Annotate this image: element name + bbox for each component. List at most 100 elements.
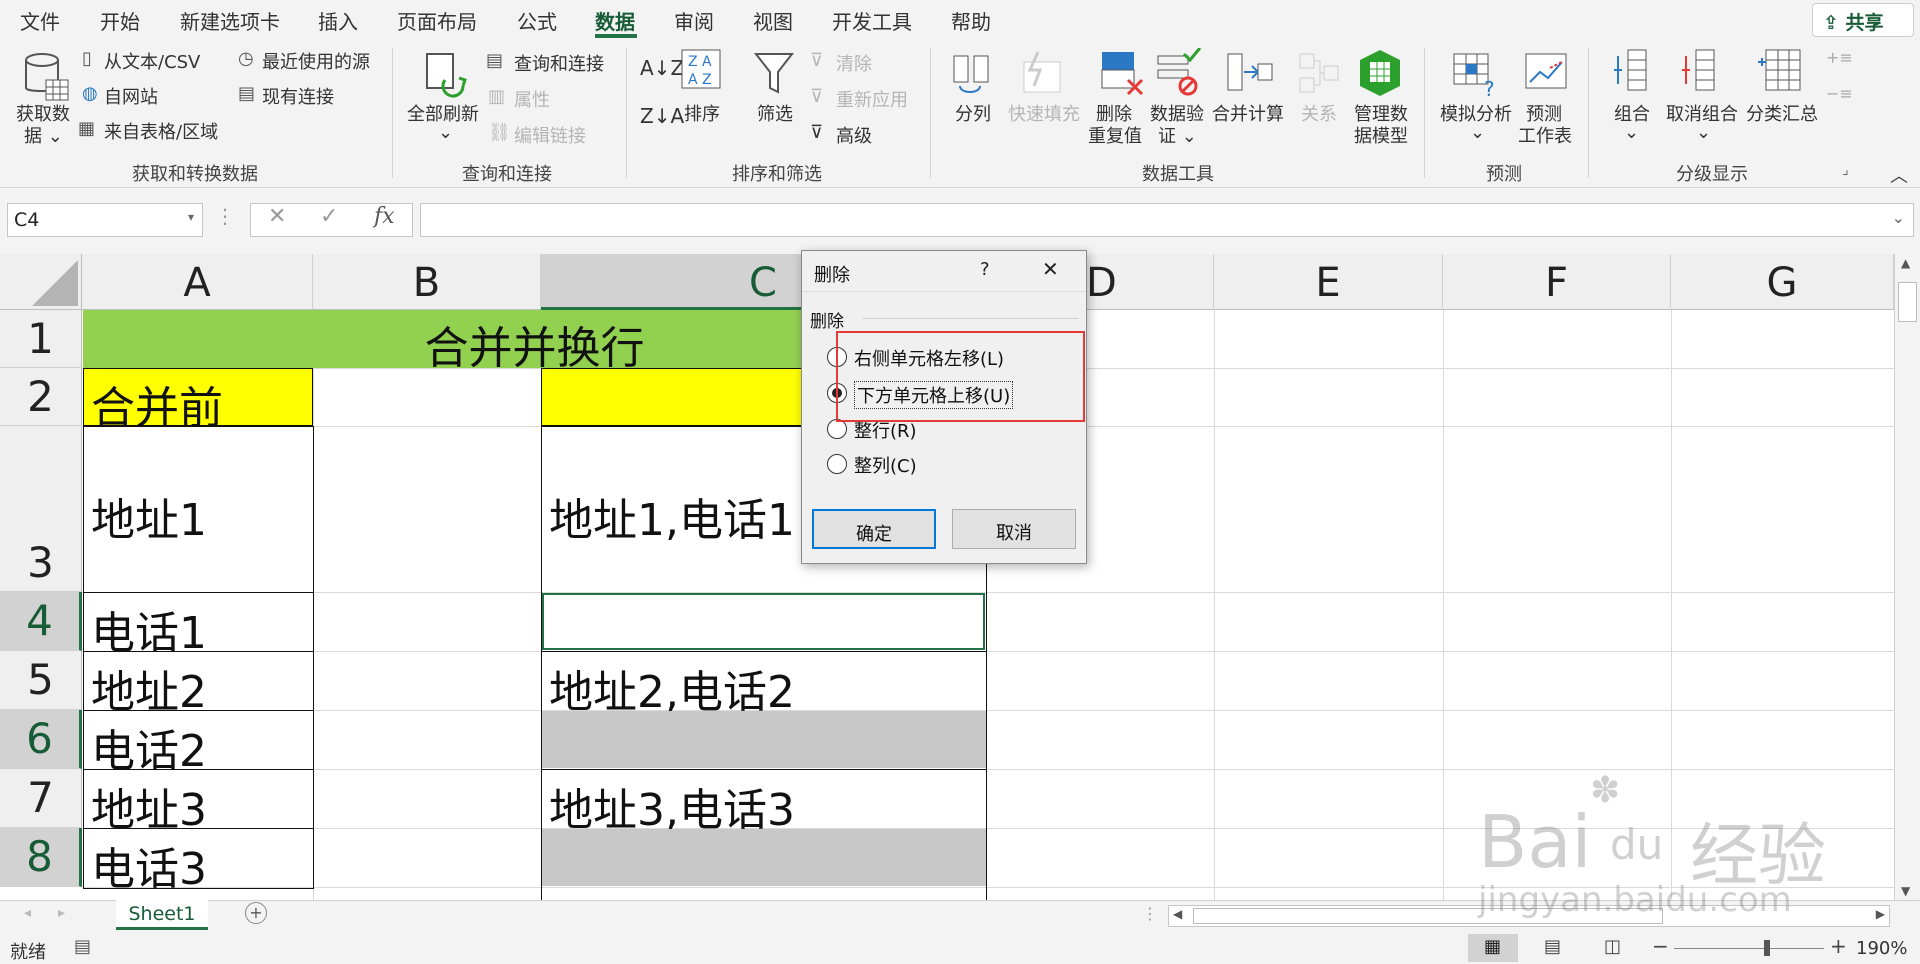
enter-formula-icon[interactable]: ✓ (320, 204, 338, 229)
flash-fill-button[interactable]: 快速填充 (1008, 100, 1080, 126)
advanced-filter-button[interactable]: 高级 (836, 122, 872, 148)
name-box-dropdown-icon[interactable]: ▾ (188, 210, 194, 224)
row-header-2[interactable]: 2 (0, 368, 82, 426)
column-header-g[interactable]: G (1671, 254, 1894, 310)
cell-a7[interactable]: 地址3 (83, 774, 207, 838)
zoom-slider-thumb[interactable] (1764, 940, 1770, 956)
option-entire-column-label[interactable]: 整列(C) (854, 452, 917, 478)
tab-page-layout[interactable]: 页面布局 (397, 6, 477, 35)
cell-c8[interactable] (542, 829, 986, 886)
prev-sheet-icon[interactable]: ◂ (24, 905, 31, 921)
existing-connections-button[interactable]: 现有连接 (262, 83, 334, 109)
sort-za-icon[interactable]: Z↓A (640, 104, 684, 128)
consolidate-button[interactable]: 合并计算 (1212, 100, 1284, 126)
insert-function-icon[interactable]: fx (374, 204, 395, 229)
column-header-b[interactable]: B (313, 254, 541, 310)
hide-detail-icon[interactable]: −≡ (1826, 84, 1853, 103)
sort-button[interactable]: 排序 (684, 100, 720, 126)
page-layout-view-icon[interactable]: ▤ (1544, 936, 1561, 957)
sheet-tab-sheet1[interactable]: Sheet1 (116, 900, 208, 930)
collapse-ribbon-icon[interactable]: ︿ (1890, 162, 1908, 188)
relationships-button[interactable]: 关系 (1301, 100, 1337, 126)
from-table-button[interactable]: 来自表格/区域 (104, 118, 218, 144)
name-box[interactable]: C4 ▾ (7, 203, 203, 237)
select-all-button[interactable] (0, 254, 82, 310)
zoom-out-icon[interactable]: − (1652, 934, 1669, 958)
row-header-6[interactable]: 6 (0, 710, 82, 769)
cancel-button[interactable]: 取消 (952, 509, 1076, 549)
row-header-3[interactable]: 3 (0, 426, 82, 592)
scroll-down-icon[interactable]: ▼ (1901, 884, 1910, 898)
splitter-icon[interactable]: ⋮ (1142, 904, 1158, 923)
group-dropdown-icon[interactable]: ⌄ (1624, 122, 1639, 143)
filter-button[interactable]: 筛选 (757, 100, 793, 126)
scroll-up-icon[interactable]: ▲ (1901, 256, 1910, 270)
normal-view-button[interactable]: ▦ (1468, 934, 1518, 962)
add-sheet-icon[interactable]: + (245, 902, 267, 924)
row-header-1[interactable]: 1 (0, 310, 82, 368)
zoom-level[interactable]: 190% (1856, 938, 1907, 959)
refresh-all-dropdown-icon[interactable]: ⌄ (438, 122, 453, 143)
radio-entire-row[interactable] (827, 419, 847, 439)
cell-a6[interactable]: 电话2 (83, 715, 207, 779)
text-to-columns-button[interactable]: 分列 (955, 100, 991, 126)
clear-button[interactable]: 清除 (836, 50, 872, 76)
tab-new[interactable]: 新建选项卡 (180, 6, 280, 35)
zoom-in-icon[interactable]: + (1830, 934, 1847, 958)
cell-a3[interactable]: 地址1 (83, 484, 207, 548)
next-sheet-icon[interactable]: ▸ (58, 905, 65, 921)
cell-c4-selected[interactable] (542, 593, 985, 650)
edit-links-button[interactable]: 编辑链接 (514, 122, 586, 148)
cell-c3[interactable]: 地址1,电话1 (541, 484, 795, 548)
tab-developer[interactable]: 开发工具 (832, 6, 912, 35)
tab-help[interactable]: 帮助 (951, 6, 991, 35)
vertical-scrollbar[interactable]: ▲ ▼ (1894, 254, 1920, 900)
properties-button[interactable]: 属性 (514, 86, 550, 112)
queries-connections-button[interactable]: 查询和连接 (514, 50, 604, 76)
scrollbar-thumb[interactable] (1898, 282, 1917, 322)
dialog-launcher-icon[interactable]: ⌟ (1842, 162, 1849, 178)
cell-a5[interactable]: 地址2 (83, 656, 207, 720)
share-button[interactable]: ⇪ 共享 (1812, 3, 1914, 37)
close-icon[interactable]: ✕ (1042, 257, 1059, 281)
show-detail-icon[interactable]: +≡ (1826, 48, 1853, 67)
column-header-f[interactable]: F (1443, 254, 1671, 310)
what-if-dropdown-icon[interactable]: ⌄ (1470, 122, 1485, 143)
cell-a8[interactable]: 电话3 (83, 833, 207, 897)
cell-a4[interactable]: 电话1 (83, 597, 207, 661)
forecast-sheet-label-2: 工作表 (1518, 126, 1572, 147)
tab-data[interactable]: 数据 (595, 6, 635, 35)
page-break-view-icon[interactable]: ◫ (1604, 936, 1621, 957)
tab-file[interactable]: 文件 (20, 6, 60, 35)
help-icon[interactable]: ? (980, 259, 990, 280)
macro-record-icon[interactable]: ▤ (74, 936, 91, 957)
data-model-icon (1360, 50, 1400, 96)
row-header-5[interactable]: 5 (0, 651, 82, 710)
sort-az-icon[interactable]: A↓Z (640, 56, 684, 80)
ungroup-dropdown-icon[interactable]: ⌄ (1696, 122, 1711, 143)
from-web-button[interactable]: 自网站 (104, 83, 158, 109)
formula-input[interactable]: ⌄ (420, 203, 1914, 237)
subtotal-button[interactable]: 分类汇总 (1746, 100, 1818, 126)
scroll-right-icon[interactable]: ▶ (1876, 907, 1885, 921)
tab-formulas[interactable]: 公式 (517, 6, 557, 35)
expand-formula-icon[interactable]: ⌄ (1892, 208, 1905, 227)
ok-button[interactable]: 确定 (812, 509, 936, 549)
row-header-8[interactable]: 8 (0, 828, 82, 887)
cell-c6[interactable] (542, 711, 986, 768)
recent-sources-button[interactable]: 最近使用的源 (262, 48, 370, 74)
cancel-formula-icon[interactable]: ✕ (268, 204, 286, 229)
column-header-e[interactable]: E (1214, 254, 1443, 310)
scroll-left-icon[interactable]: ◀ (1173, 907, 1182, 921)
row-header-7[interactable]: 7 (0, 769, 82, 828)
row-header-4[interactable]: 4 (0, 592, 82, 651)
radio-entire-column[interactable] (827, 454, 847, 474)
column-header-a[interactable]: A (82, 254, 313, 310)
tab-view[interactable]: 视图 (753, 6, 793, 35)
zoom-slider-track[interactable] (1674, 948, 1824, 949)
reapply-button[interactable]: 重新应用 (836, 86, 908, 112)
tab-review[interactable]: 审阅 (674, 6, 714, 35)
tab-home[interactable]: 开始 (100, 6, 140, 35)
from-text-csv-button[interactable]: 从文本/CSV (104, 48, 200, 74)
tab-insert[interactable]: 插入 (318, 6, 358, 35)
